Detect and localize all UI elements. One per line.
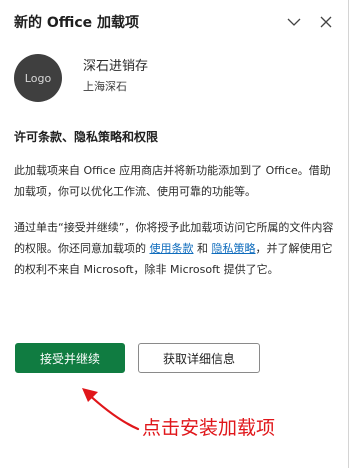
- addin-consent-panel: 新的 Office 加载项 Logo 深石进销存 上海深石 许可条款、隐私策略和…: [0, 0, 349, 468]
- app-logo-text: Logo: [24, 71, 52, 85]
- close-icon[interactable]: [316, 12, 336, 32]
- annotation-text: 点击安装加载项: [142, 417, 276, 439]
- terms-description: 此加载项来自 Office 应用商店并将新功能添加到了 Office。借助加载项…: [14, 164, 331, 198]
- terms-heading: 许可条款、隐私策略和权限: [14, 130, 159, 144]
- privacy-policy-link[interactable]: 隐私策略: [212, 242, 256, 255]
- terms-consent-text: 通过单击“接受并继续”，你将授予此加载项访问它所属的文件内容的权限。你还同意加载…: [14, 217, 336, 280]
- panel-header: 新的 Office 加载项: [14, 10, 338, 34]
- app-publisher: 上海深石: [83, 80, 127, 93]
- accept-continue-button[interactable]: 接受并继续: [15, 343, 125, 373]
- chevron-down-icon[interactable]: [284, 12, 304, 32]
- consent-text-part2: 和: [193, 242, 212, 255]
- annotation-arrow-icon: [82, 388, 140, 431]
- get-details-button[interactable]: 获取详细信息: [138, 343, 260, 373]
- terms-of-use-link[interactable]: 使用条款: [150, 242, 194, 255]
- app-logo: Logo: [14, 54, 62, 102]
- panel-title: 新的 Office 加载项: [14, 15, 140, 31]
- app-name: 深石进销存: [83, 59, 149, 74]
